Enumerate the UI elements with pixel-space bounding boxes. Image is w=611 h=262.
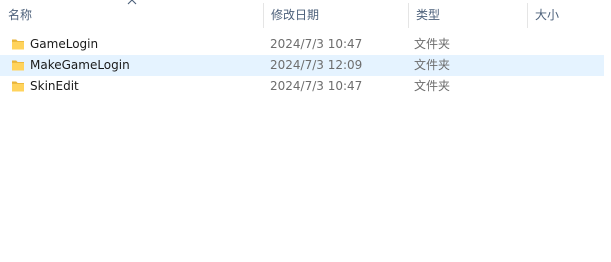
folder-icon <box>12 60 24 71</box>
file-row[interactable]: SkinEdit 2024/7/3 10:47 文件夹 <box>0 76 604 97</box>
folder-icon <box>12 81 24 92</box>
file-row-hovered[interactable]: MakeGameLogin 2024/7/3 12:09 文件夹 <box>0 55 604 76</box>
column-header-bar: 名称 修改日期 类型 大小 <box>0 0 611 30</box>
file-rows: GameLogin 2024/7/3 10:47 文件夹 MakeGameLog… <box>0 34 611 97</box>
file-type: 文件夹 <box>414 58 451 72</box>
file-date: 2024/7/3 12:09 <box>270 58 363 72</box>
column-header-type-label: 类型 <box>416 8 441 22</box>
file-name: SkinEdit <box>30 79 79 93</box>
file-date: 2024/7/3 10:47 <box>270 79 363 93</box>
column-header-size-label: 大小 <box>535 8 560 22</box>
folder-icon <box>12 39 24 50</box>
column-header-type[interactable]: 类型 <box>408 0 527 30</box>
column-header-size[interactable]: 大小 <box>527 0 611 30</box>
column-header-date-label: 修改日期 <box>271 8 320 22</box>
file-date: 2024/7/3 10:47 <box>270 37 363 51</box>
file-type: 文件夹 <box>414 79 451 93</box>
column-header-name-label: 名称 <box>8 8 33 22</box>
sort-up-icon <box>127 0 137 5</box>
file-name: MakeGameLogin <box>30 58 130 72</box>
column-header-date[interactable]: 修改日期 <box>263 0 408 30</box>
file-row[interactable]: GameLogin 2024/7/3 10:47 文件夹 <box>0 34 604 55</box>
file-type: 文件夹 <box>414 37 451 51</box>
file-name: GameLogin <box>30 37 99 51</box>
file-list-view: 名称 修改日期 类型 大小 GameLogin 2024/7/3 10:47 文… <box>0 0 611 262</box>
